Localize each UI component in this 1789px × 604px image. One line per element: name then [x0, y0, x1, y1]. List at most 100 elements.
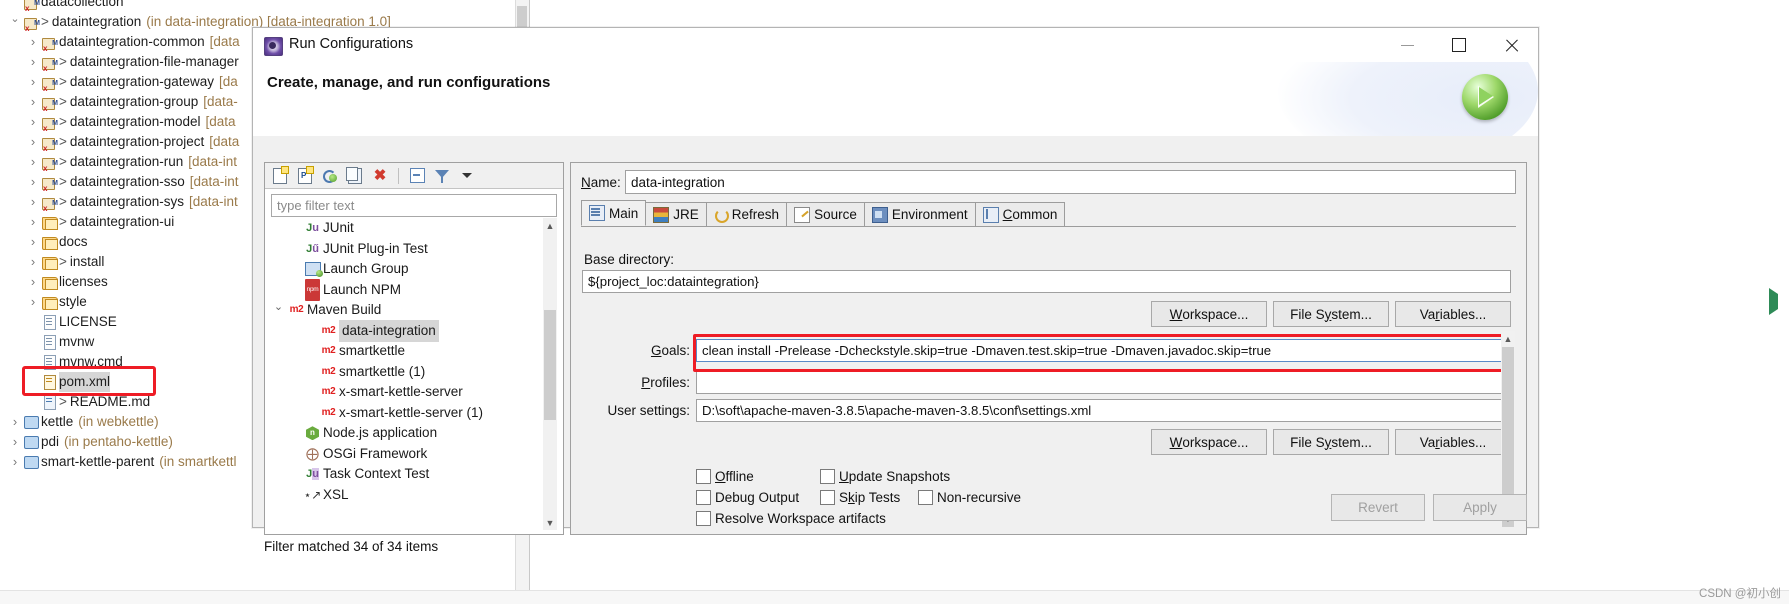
filter-icon[interactable] — [433, 167, 451, 185]
profiles-input[interactable] — [696, 371, 1511, 394]
debug-output-checkbox[interactable]: Debug Output — [696, 490, 820, 505]
configuration-tree-item[interactable]: m2 smartkettle (1) — [271, 362, 557, 383]
goals-input[interactable]: clean install -Prelease -Dcheckstyle.ski… — [696, 339, 1511, 362]
configuration-tree-item[interactable]: Launch Group — [271, 259, 557, 280]
twisty-collapsed-icon[interactable] — [8, 412, 22, 433]
tab-label: Refresh — [731, 207, 780, 222]
desktop-side-arrow-icon[interactable] — [1769, 288, 1785, 315]
tab-source[interactable]: Source — [786, 202, 865, 226]
revert-button[interactable]: Revert — [1331, 494, 1425, 521]
twisty-expanded-icon[interactable] — [8, 12, 22, 32]
configuration-tree-item[interactable]: ⋆↗ XSL — [271, 485, 557, 506]
twisty-collapsed-icon[interactable] — [26, 132, 40, 153]
skip-tests-checkbox[interactable]: Skip Tests — [820, 490, 918, 505]
checkbox-box[interactable] — [820, 469, 835, 484]
twisty-collapsed-icon[interactable] — [26, 152, 40, 173]
export-icon[interactable] — [321, 167, 339, 185]
configuration-item-label: JUnit Plug-in Test — [323, 240, 428, 256]
scroll-up-arrow[interactable]: ▲ — [543, 218, 557, 233]
new-configuration-icon[interactable] — [271, 165, 289, 185]
user-settings-value: D:\soft\apache-maven-3.8.5\apache-maven-… — [702, 403, 1092, 418]
update-snapshots-checkbox[interactable]: Update Snapshots — [820, 469, 950, 484]
scrollbar-thumb[interactable] — [544, 310, 556, 420]
configuration-tree-item[interactable]: Jű JUnit Plug-in Test — [271, 239, 557, 260]
configuration-tree-item[interactable]: m2 x-smart-kettle-server (1) — [271, 403, 557, 424]
configuration-tree-item[interactable]: m2 data-integration — [271, 319, 557, 342]
explorer-item-label: dataintegration-gateway — [69, 74, 214, 89]
configuration-tree-item[interactable]: m2Maven Build — [271, 300, 557, 321]
base-directory-input[interactable]: ${project_loc:dataintegration} — [582, 270, 1511, 293]
checkbox-box[interactable] — [696, 511, 711, 526]
project-icon — [24, 435, 39, 449]
checkbox-label: Debug Output — [715, 490, 800, 505]
twisty-collapsed-icon[interactable] — [26, 72, 40, 93]
checkbox-label: Skip Tests — [839, 490, 901, 505]
twisty-collapsed-icon[interactable] — [8, 432, 22, 453]
dialog-title-bar[interactable]: Run Configurations — [253, 28, 1538, 62]
checkbox-box[interactable] — [820, 490, 835, 505]
view-menu-icon[interactable] — [458, 167, 476, 185]
twisty-expanded-icon[interactable] — [271, 300, 286, 321]
explorer-tree-row[interactable]: Mx datacollection — [0, 0, 529, 13]
file-system-button-2[interactable]: File Sy stem... — [1273, 429, 1389, 455]
configurations-scrollbar[interactable]: ▲ ▼ — [543, 218, 557, 530]
offline-checkbox[interactable]: Offline — [696, 469, 820, 484]
user-settings-input[interactable]: D:\soft\apache-maven-3.8.5\apache-maven-… — [696, 399, 1511, 422]
configuration-tabs[interactable]: Main JRE Refresh Source Environment Common — [581, 200, 1516, 227]
configuration-tree-item[interactable]: n Node.js application — [271, 423, 557, 444]
workspace-button-1[interactable]: Workspace... — [1151, 301, 1267, 327]
twisty-collapsed-icon[interactable] — [26, 92, 40, 113]
twisty-collapsed-icon[interactable] — [26, 52, 40, 73]
non-recursive-checkbox[interactable]: Non-recursive — [918, 490, 1021, 505]
twisty-collapsed-icon[interactable] — [26, 192, 40, 213]
maven-project-icon: Mx — [42, 38, 58, 53]
filter-input[interactable]: type filter text — [271, 194, 557, 217]
duplicate-icon[interactable] — [346, 166, 364, 185]
configuration-tree-item[interactable]: Ju Task Context Test — [271, 464, 557, 485]
variables-button-1[interactable]: Va r iables... — [1395, 301, 1511, 327]
folder-icon — [41, 276, 58, 290]
twisty-collapsed-icon[interactable] — [26, 252, 40, 273]
configuration-tree-item[interactable]: ⨁ OSGi Framework — [271, 444, 557, 465]
minimize-button[interactable] — [1384, 28, 1430, 62]
resolve-workspace-artifacts-checkbox[interactable]: Resolve Workspace artifacts — [696, 511, 886, 526]
checkbox-box[interactable] — [696, 490, 711, 505]
tab-common[interactable]: Common — [974, 202, 1066, 226]
tab-refresh[interactable]: Refresh — [705, 202, 788, 226]
twisty-collapsed-icon[interactable] — [26, 272, 40, 293]
close-button[interactable] — [1488, 28, 1534, 62]
configuration-tree-item[interactable]: Ju JUnit — [271, 218, 557, 239]
explorer-item-suffix: (in pentaho-kettle) — [64, 434, 173, 449]
twisty-collapsed-icon[interactable] — [26, 212, 40, 233]
file-system-button-1[interactable]: File Sy stem... — [1273, 301, 1389, 327]
name-input[interactable]: data-integration — [625, 170, 1516, 194]
workspace-button-2[interactable]: Workspace... — [1151, 429, 1267, 455]
twisty-collapsed-icon[interactable] — [26, 172, 40, 193]
scroll-down-arrow[interactable]: ▼ — [543, 515, 557, 530]
twisty-collapsed-icon[interactable] — [26, 112, 40, 133]
twisty-collapsed-icon[interactable] — [26, 232, 40, 253]
checkbox-box[interactable] — [918, 490, 933, 505]
twisty-collapsed-icon[interactable] — [8, 452, 22, 473]
configuration-types-tree[interactable]: Ju JUnit Jű JUnit Plug-in Test Launch Group n… — [271, 218, 557, 530]
explorer-item-label: dataintegration-sys — [69, 194, 184, 209]
configuration-tree-item[interactable]: m2 smartkettle — [271, 341, 557, 362]
scroll-up-arrow[interactable]: ▲ — [1501, 331, 1515, 346]
configuration-tree-item[interactable]: npm Launch NPM — [271, 278, 557, 301]
maximize-button[interactable] — [1436, 28, 1482, 62]
twisty-collapsed-icon[interactable] — [26, 292, 40, 313]
collapse-all-icon[interactable] — [408, 167, 426, 185]
explorer-item-label: dataintegration-project — [69, 134, 205, 149]
tab-jre[interactable]: JRE — [645, 202, 707, 226]
configuration-tree-item[interactable]: m2 x-smart-kettle-server — [271, 382, 557, 403]
tab-main[interactable]: Main — [581, 200, 647, 226]
new-prototype-icon[interactable]: P — [296, 165, 314, 185]
variables-button-2[interactable]: Va r iables... — [1395, 429, 1511, 455]
configuration-details-panel: Name: data-integration Main JRE Refresh Sou… — [570, 162, 1527, 535]
apply-button[interactable]: Apply — [1433, 494, 1527, 521]
delete-icon[interactable]: ✖ — [371, 167, 389, 185]
run-configurations-dialog: Run Configurations Create, manage, and r… — [252, 27, 1539, 554]
tab-environment[interactable]: Environment — [863, 202, 976, 226]
configurations-toolbar[interactable]: P ✖ — [265, 163, 563, 189]
checkbox-box[interactable] — [696, 469, 711, 484]
